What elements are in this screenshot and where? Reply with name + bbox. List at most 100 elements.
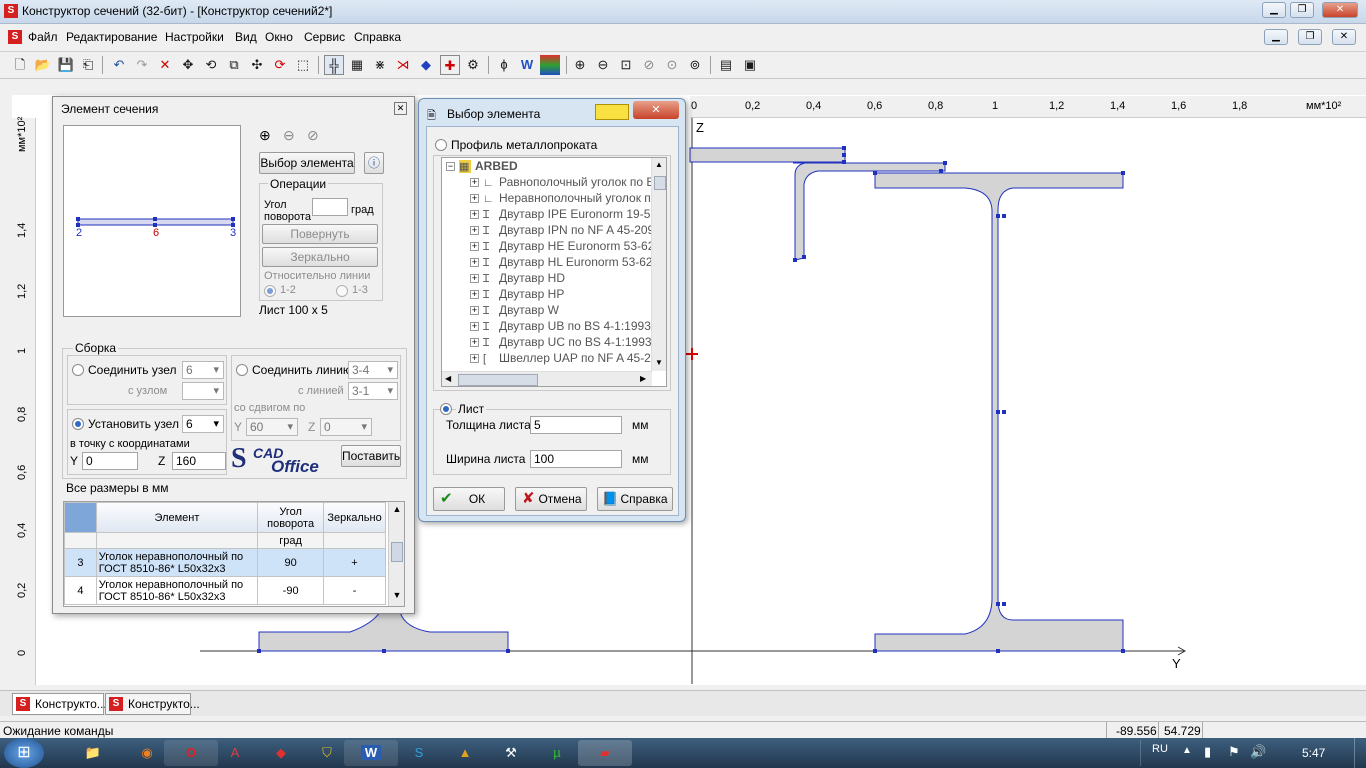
join-line-group: Соединить линию 3-4 с линией 3-1 со сдви… — [231, 355, 401, 441]
bottom-flange-shape — [258, 611, 509, 652]
assembly-group: Сборка Соединить узел 6 с узлом Соединит… — [62, 341, 407, 479]
tray-expand-icon[interactable]: ▲ — [1182, 745, 1192, 756]
row-mirror: + — [323, 548, 386, 577]
with-node-label: с узлом — [128, 385, 168, 397]
help-button[interactable]: 📘 Справка — [597, 487, 673, 511]
tree-scroll-left-icon[interactable]: ◀ — [445, 374, 451, 383]
element-panel-title: Элемент сечения — [61, 102, 159, 116]
profile-radio[interactable] — [435, 139, 447, 151]
check-icon: ✔ — [440, 490, 453, 507]
to-point-label: в точку с координатами — [70, 438, 190, 450]
info-icon[interactable]: ⓘ — [364, 152, 384, 174]
mirror-button[interactable]: Зеркально — [262, 247, 378, 267]
join-node-radio[interactable] — [72, 364, 84, 376]
rotation-angle-input[interactable] — [312, 198, 348, 216]
tree-item[interactable]: + Ɪ Двутавр HP — [470, 287, 564, 303]
table-row[interactable]: 3 Уголок неравнополочный по ГОСТ 8510-86… — [64, 548, 386, 577]
sheet-size-label: Лист 100 x 5 — [259, 303, 328, 317]
plate-shape — [689, 147, 846, 163]
join-node-combo[interactable]: 6 — [182, 361, 224, 379]
tree-item[interactable]: +[Швеллер UAP по NF A 45-255 — [470, 351, 664, 367]
tree-item[interactable]: + Ɪ Двутавр IPN по NF A 45-209 — [470, 223, 654, 239]
preview-node-label: 2 — [76, 227, 83, 239]
table-corner — [64, 502, 97, 533]
language-indicator[interactable]: RU — [1152, 743, 1168, 755]
clock[interactable]: 5:47 — [1302, 746, 1325, 760]
document-icon: S — [109, 697, 123, 711]
cancel-button[interactable]: ✘ Отмена — [515, 487, 587, 511]
profile-tree[interactable]: − ▦ ARBED + ∟ Равнополочный уголок по Eu + ∟ Н… — [441, 157, 667, 387]
rotate-button[interactable]: Повернуть — [262, 224, 378, 244]
set-node-radio[interactable] — [72, 418, 84, 430]
line-1-2-label: 1-2 — [280, 284, 296, 296]
cursor-x-readout: -89.556 — [1116, 724, 1157, 738]
preview-zoom-out-icon[interactable]: ⊖ — [283, 127, 301, 145]
join-line-combo[interactable]: 3-4 — [348, 361, 398, 379]
tree-item[interactable]: + Ɪ Двутавр W — [470, 303, 559, 319]
preview-zoom-in-icon[interactable]: ⊕ — [259, 127, 277, 145]
tree-item[interactable]: + Ɪ Двутавр HD — [470, 271, 565, 287]
taskbar: ⊞ 📁 ◉ O A ◆ ⛉ W S ▲ ⚒ µ ▰ RU ▲ ▮ ⚑ 🔊 5:4… — [0, 738, 1366, 768]
status-text: Ожидание команды — [3, 724, 114, 738]
tree-scroll-right-icon[interactable]: ▶ — [640, 374, 646, 383]
tree-item[interactable]: + Ɪ Двутавр IPE Euronorm 19-57 — [470, 207, 657, 223]
torrent-taskbar-icon[interactable]: µ — [530, 740, 584, 766]
axis-y-label: Y — [1172, 656, 1181, 671]
element-panel-titlebar: Элемент сечения ✕ — [53, 97, 414, 119]
shift-z-input[interactable]: 0 — [320, 418, 372, 436]
document-tab-2[interactable]: S Конструкто... — [105, 693, 200, 715]
place-button[interactable]: Поставить — [341, 445, 401, 467]
element-panel-close-icon[interactable]: ✕ — [394, 102, 407, 115]
tray-flag-icon[interactable]: ⚑ — [1228, 744, 1240, 760]
choose-element-button[interactable]: Выбор элемента — [259, 152, 355, 174]
tree-item[interactable]: + Ɪ Двутавр UB по BS 4-1:1993 — [470, 319, 651, 335]
ruler-tool-icon[interactable] — [595, 104, 629, 120]
coord-z-input[interactable]: 160 — [172, 452, 226, 470]
line-1-3-radio[interactable] — [336, 285, 348, 297]
join-node-group: Соединить узел 6 с узлом — [67, 355, 227, 405]
section-builder-taskbar-icon[interactable]: ▰ — [578, 740, 632, 766]
width-input[interactable]: 100 — [530, 450, 622, 468]
preview-zoom-fit-icon[interactable]: ⊘ — [307, 127, 325, 145]
scroll-thumb[interactable] — [391, 542, 403, 562]
coord-y-input[interactable]: 0 — [82, 452, 138, 470]
tree-item[interactable]: + ∟ Неравнополочный уголок по — [470, 191, 657, 207]
tree-root[interactable]: − ▦ ARBED — [446, 159, 518, 175]
tree-item[interactable]: + ∟ Равнополочный уголок по Eu — [470, 175, 661, 191]
tree-item[interactable]: + Ɪ Двутавр HE Euronorm 53-62 — [470, 239, 654, 255]
dialog-close-button[interactable]: ✕ — [633, 101, 679, 119]
table-row[interactable]: 4 Уголок неравнополочный по ГОСТ 8510-86… — [64, 576, 386, 605]
tree-item[interactable]: + Ɪ Двутавр UC по BS 4-1:1993 — [470, 335, 652, 351]
line-1-2-radio[interactable] — [264, 285, 276, 297]
tree-hscroll-thumb[interactable] — [458, 374, 538, 386]
scroll-up-icon[interactable]: ▲ — [391, 504, 403, 516]
word-taskbar-icon[interactable]: W — [344, 740, 398, 766]
tray-device-icon[interactable]: ▮ — [1204, 744, 1211, 760]
table-scrollbar[interactable]: ▲ ▼ — [388, 502, 404, 606]
operations-label: Операции — [268, 177, 329, 191]
tree-scroll-up-icon[interactable]: ▲ — [655, 160, 663, 169]
dialog-body: Профиль металлопроката − ▦ ARBED + ∟ Равнопо… — [426, 126, 679, 516]
tree-scroll-down-icon[interactable]: ▼ — [655, 358, 663, 367]
thickness-input[interactable]: 5 — [530, 416, 622, 434]
ok-button[interactable]: ✔ ОК — [433, 487, 505, 511]
start-button[interactable]: ⊞ — [4, 738, 44, 768]
tree-scroll-thumb[interactable] — [654, 176, 666, 190]
tree-vscroll[interactable]: ▲ ▼ — [651, 158, 666, 371]
with-node-combo[interactable] — [182, 382, 224, 400]
tree-hscroll[interactable]: ◀ ▶ — [442, 371, 652, 386]
tray-volume-icon[interactable]: 🔊 — [1250, 744, 1266, 760]
set-node-combo[interactable]: 6 — [182, 415, 224, 433]
scroll-down-icon[interactable]: ▼ — [391, 590, 403, 602]
choose-element-dialog: 🗎 Выбор элемента ✕ Профиль металлопрокат… — [418, 98, 686, 522]
show-desktop-button[interactable] — [1354, 738, 1366, 768]
with-line-combo[interactable]: 3-1 — [348, 382, 398, 400]
tree-item[interactable]: + Ɪ Двутавр HL Euronorm 53-62 — [470, 255, 653, 271]
document-tab-1[interactable]: S Конструкто... — [12, 693, 107, 715]
join-line-radio[interactable] — [236, 364, 248, 376]
col-mirror-header: Зеркально — [323, 502, 386, 533]
sheet-radio[interactable] — [440, 403, 452, 415]
row-element: Уголок неравнополочный по ГОСТ 8510-86* … — [95, 576, 259, 605]
shift-y-input[interactable]: 60 — [246, 418, 298, 436]
explorer-taskbar-icon[interactable]: 📁 — [66, 740, 120, 766]
